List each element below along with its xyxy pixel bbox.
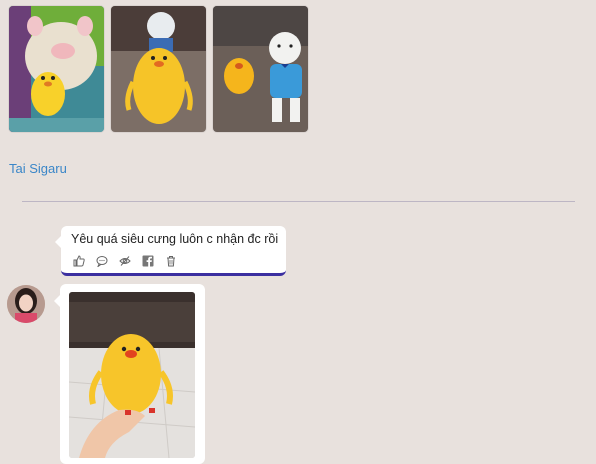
reply-icon[interactable] (96, 255, 108, 267)
divider (22, 201, 575, 202)
reply-photo-card (54, 284, 205, 464)
comment-actions (73, 255, 177, 267)
comment-bubble: Yêu quá siêu cưng luôn c nhận đc rồi (55, 226, 286, 276)
gallery-image-2[interactable] (111, 6, 206, 132)
comment-thread-page: Tai Sigaru Yêu quá siêu cưng luôn c nhận… (0, 0, 596, 464)
gallery-image-1[interactable] (9, 6, 104, 132)
comment-text: Yêu quá siêu cưng luôn c nhận đc rồi (71, 232, 279, 246)
delete-icon[interactable] (165, 255, 177, 267)
image-gallery (9, 6, 308, 132)
avatar[interactable] (7, 285, 45, 323)
facebook-icon[interactable] (142, 255, 154, 267)
hide-icon[interactable] (119, 255, 131, 267)
reply-photo[interactable] (69, 292, 195, 458)
like-icon[interactable] (73, 255, 85, 267)
gallery-image-3[interactable] (213, 6, 308, 132)
author-link[interactable]: Tai Sigaru (9, 161, 67, 176)
